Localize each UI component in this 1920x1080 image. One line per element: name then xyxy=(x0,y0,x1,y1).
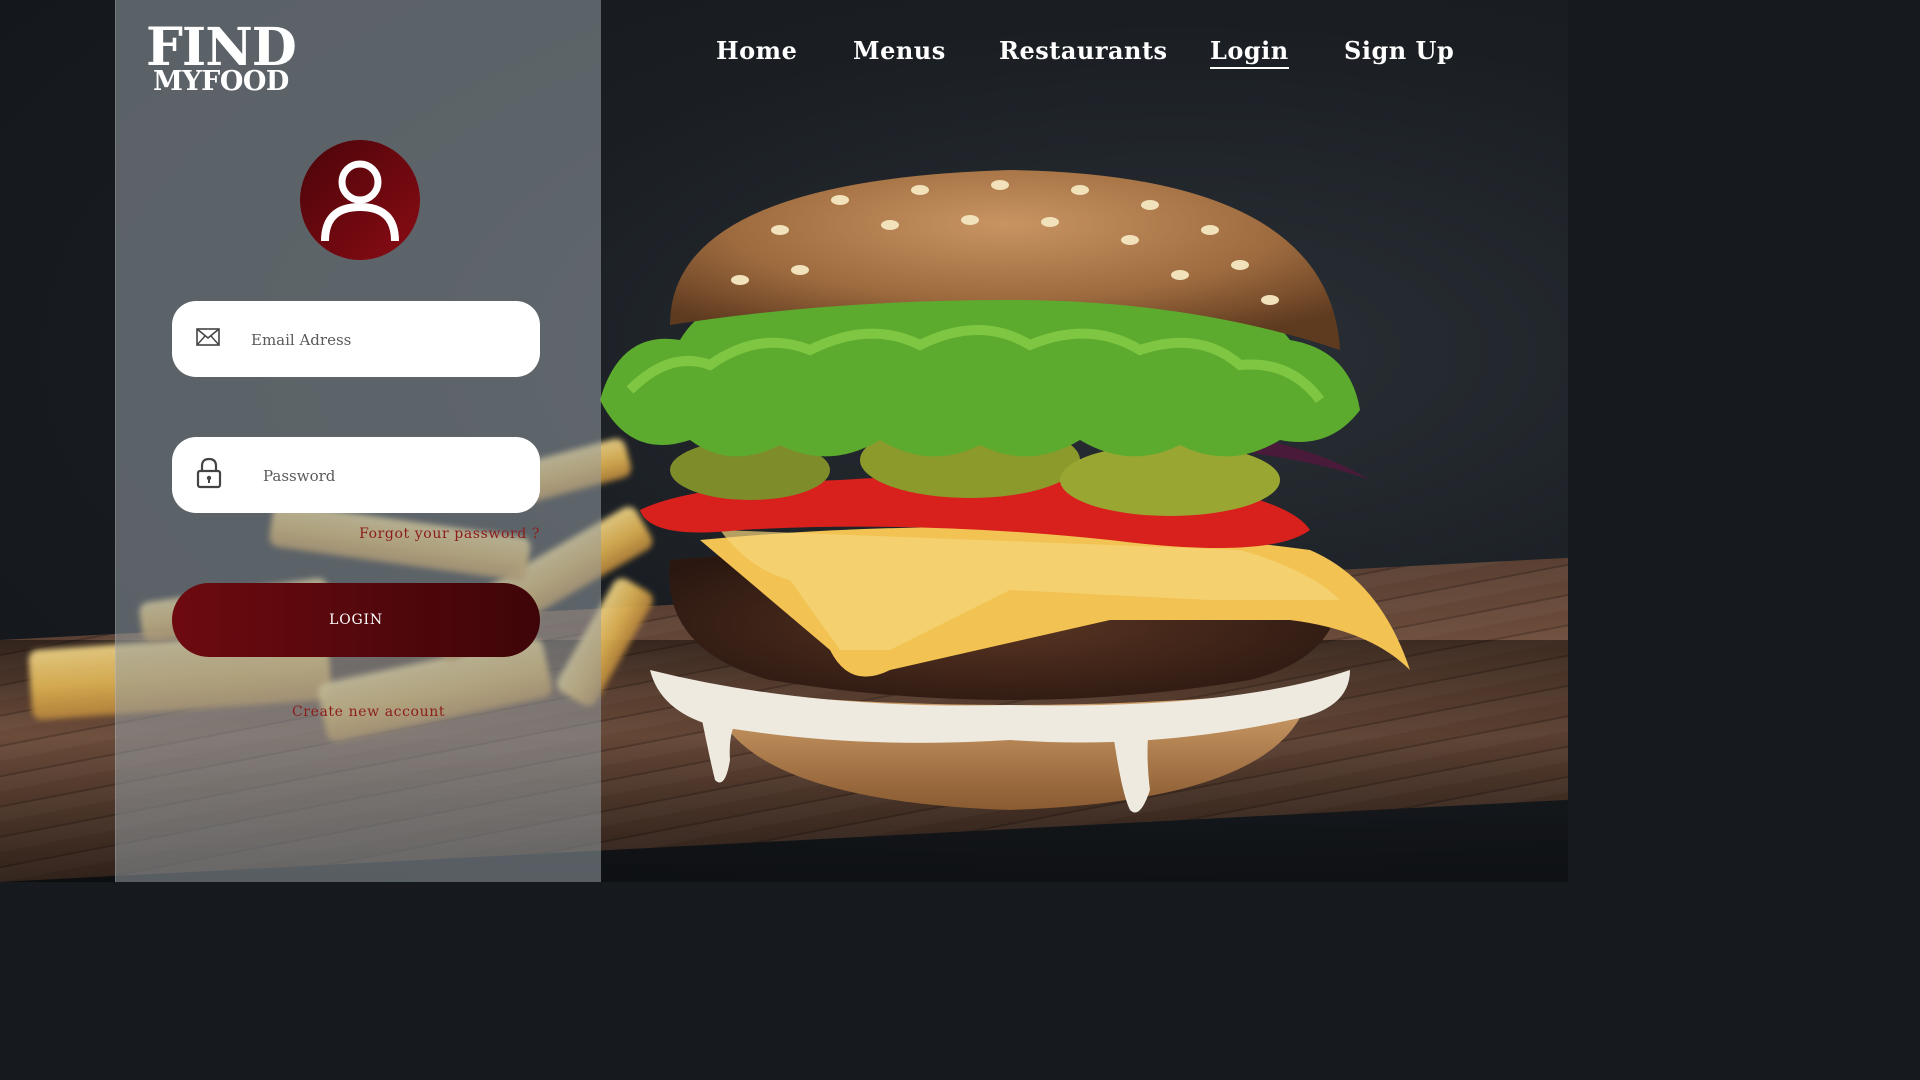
burger-illustration xyxy=(600,170,1410,813)
brand-logo[interactable]: FIND MYFOOD xyxy=(146,22,297,97)
nav-signup[interactable]: Sign Up xyxy=(1344,36,1454,65)
nav-login[interactable]: Login xyxy=(1210,36,1289,69)
user-avatar xyxy=(300,140,420,260)
create-account-link[interactable]: Create new account xyxy=(292,704,445,720)
envelope-icon xyxy=(196,328,220,350)
forgot-password-link[interactable]: Forgot your password ? xyxy=(359,526,540,542)
email-input[interactable] xyxy=(249,301,513,379)
login-button[interactable]: LOGIN xyxy=(172,583,540,657)
brand-logo-line2: MYFOOD xyxy=(153,66,289,97)
nav-menus[interactable]: Menus xyxy=(853,36,946,65)
password-field[interactable] xyxy=(172,437,540,515)
nav-restaurants[interactable]: Restaurants xyxy=(999,36,1168,65)
password-input[interactable] xyxy=(261,437,525,515)
nav-home[interactable]: Home xyxy=(716,36,797,65)
user-icon xyxy=(321,160,399,242)
lock-icon xyxy=(196,457,222,493)
email-field[interactable] xyxy=(172,301,540,379)
